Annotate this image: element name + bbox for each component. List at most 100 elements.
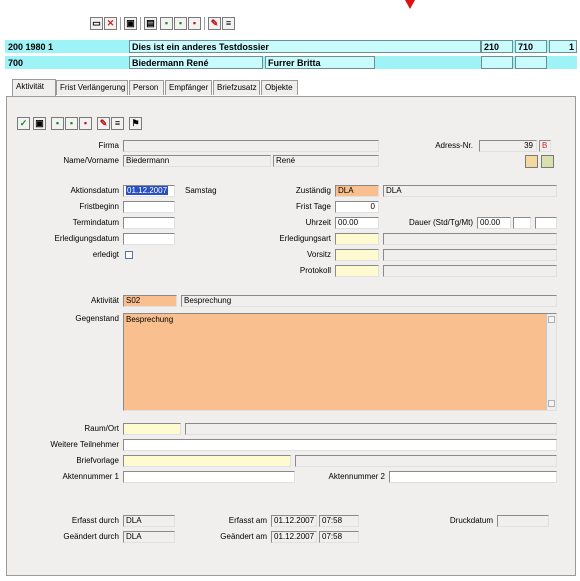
party-field-empty-2 <box>515 56 547 69</box>
check-icon[interactable]: ✓ <box>17 117 30 130</box>
firma-label: Firma <box>98 141 119 150</box>
person-icon[interactable] <box>525 155 538 168</box>
zustaendig-name-field[interactable]: DLA <box>383 185 557 197</box>
party-id: 700 <box>5 56 127 69</box>
dossier-header-row: 200 1980 1 Dies ist ein anderes Testdoss… <box>5 40 577 53</box>
aktennummer1-field[interactable] <box>123 471 295 483</box>
toolbar-separator <box>120 17 121 30</box>
erledigungsart-code-field[interactable] <box>335 233 379 245</box>
vorsitz-name-field[interactable] <box>383 249 557 261</box>
main-toolbar: ▭ ✕ ▣ ▤ ▪ ▪ ▪ ✎ ≡ <box>90 17 250 32</box>
raum-label: Raum/Ort <box>84 424 119 433</box>
dauer-unit-field-2[interactable] <box>535 217 557 229</box>
dossier-code-2: 710 <box>515 40 547 53</box>
adress-nr-label: Adress-Nr. <box>435 141 473 150</box>
briefvorlage-label: Briefvorlage <box>76 456 119 465</box>
adress-nr-field[interactable]: 39 <box>479 140 537 152</box>
scroll-down-icon[interactable] <box>548 400 555 407</box>
name-first-field[interactable]: René <box>273 155 379 167</box>
geaendert-am-label: Geändert am <box>220 532 267 541</box>
raum-name-field[interactable] <box>185 423 557 435</box>
dossier-window: ▭ ✕ ▣ ▤ ▪ ▪ ▪ ✎ ≡ 200 1980 1 Dies ist ei… <box>0 0 580 581</box>
aktivitaet-name-field[interactable]: Besprechung <box>181 295 557 307</box>
navigate-last-icon[interactable]: ▪ <box>188 17 201 30</box>
fristbeginn-field[interactable] <box>123 201 175 213</box>
tools-icon[interactable]: ✎ <box>97 117 110 130</box>
erledigt-checkbox[interactable] <box>125 251 133 259</box>
list-icon[interactable]: ≡ <box>222 17 235 30</box>
tab-frist-verlaengerung[interactable]: Frist Verlängerung <box>56 80 128 95</box>
erfasst-durch-field: DLA <box>123 515 175 527</box>
new-document-icon[interactable]: ▭ <box>90 17 103 30</box>
tab-briefzusatz[interactable]: Briefzusatz <box>213 80 260 95</box>
print-icon[interactable]: ▤ <box>144 17 157 30</box>
briefvorlage-name-field[interactable] <box>295 455 557 467</box>
tools-icon[interactable]: ✎ <box>208 17 221 30</box>
dauer-label: Dauer (Std/Tg/Mt) <box>408 218 473 227</box>
name-last-field[interactable]: Biedermann <box>123 155 271 167</box>
aktionsdatum-label: Aktionsdatum <box>70 186 119 195</box>
erledigungsart-label: Erledigungsart <box>279 234 331 243</box>
tab-person[interactable]: Person <box>129 80 164 95</box>
uhrzeit-field[interactable]: 00.00 <box>335 217 379 229</box>
list-icon[interactable]: ≡ <box>111 117 124 130</box>
party-field-empty-1 <box>481 56 513 69</box>
briefvorlage-code-field[interactable] <box>123 455 291 467</box>
wochentag-label: Samstag <box>185 186 217 195</box>
name-label: Name/Vorname <box>63 156 119 165</box>
record-info-icon[interactable]: ▣ <box>124 17 137 30</box>
dossier-code-1: 210 <box>481 40 513 53</box>
teilnehmer-field[interactable] <box>123 439 557 451</box>
navigate-first-icon[interactable]: ▪ <box>51 117 64 130</box>
aktennummer2-field[interactable] <box>389 471 557 483</box>
erledigt-label: erledigt <box>92 250 119 259</box>
tab-objekte[interactable]: Objekte <box>261 80 298 95</box>
erledigungsart-name-field[interactable] <box>383 233 557 245</box>
vorsitz-code-field[interactable] <box>335 249 379 261</box>
aktionsdatum-value: 01.12.2007 <box>126 186 169 195</box>
aktivitaet-panel: ✓ ▣ ▪ ▪ ▪ ✎ ≡ ⚑ Firma Name/Vorname Biede… <box>6 96 576 576</box>
frist-tage-field[interactable]: 0 <box>335 201 379 213</box>
teilnehmer-label: Weitere Teilnehmer <box>50 440 119 449</box>
scroll-up-icon[interactable] <box>548 316 555 323</box>
tab-empfaenger[interactable]: Empfänger <box>165 80 212 95</box>
protokoll-name-field[interactable] <box>383 265 557 277</box>
gegenstand-text: Besprechung <box>126 315 174 324</box>
aktennummer2-label: Aktennummer 2 <box>328 472 385 481</box>
erfasst-am-label: Erfasst am <box>228 516 267 525</box>
termindatum-label: Termindatum <box>72 218 119 227</box>
record-info-icon[interactable]: ▣ <box>33 117 46 130</box>
navigate-last-icon[interactable]: ▪ <box>79 117 92 130</box>
dossier-code-3: 1 <box>549 40 577 53</box>
aktionsdatum-field[interactable]: 01.12.2007 <box>123 185 175 197</box>
gegenstand-scrollbar[interactable] <box>546 314 556 410</box>
flag-icon[interactable]: ⚑ <box>129 117 142 130</box>
zustaendig-code-field[interactable]: DLA <box>335 185 379 197</box>
termindatum-field[interactable] <box>123 217 175 229</box>
protokoll-code-field[interactable] <box>335 265 379 277</box>
delete-icon[interactable]: ✕ <box>104 17 117 30</box>
zustaendig-label: Zuständig <box>295 186 331 195</box>
vorsitz-label: Vorsitz <box>306 250 331 259</box>
raum-code-field[interactable] <box>123 423 181 435</box>
geaendert-am-time-field: 07:58 <box>319 531 359 543</box>
erledigungsdatum-field[interactable] <box>123 233 175 245</box>
navigate-first-icon[interactable]: ▪ <box>160 17 173 30</box>
dauer-field[interactable]: 00.00 <box>477 217 511 229</box>
erledigungsdatum-label: Erledigungsdatum <box>54 234 119 243</box>
geaendert-durch-field: DLA <box>123 531 175 543</box>
navigate-next-icon[interactable]: ▪ <box>174 17 187 30</box>
address-book-icon[interactable] <box>541 155 554 168</box>
aktivitaet-code-field[interactable]: S02 <box>123 295 177 307</box>
toolbar-separator <box>140 17 141 30</box>
dauer-unit-field-1[interactable] <box>513 217 531 229</box>
aktivitaet-label: Aktivität <box>90 296 119 305</box>
navigate-next-icon[interactable]: ▪ <box>65 117 78 130</box>
gegenstand-textarea[interactable]: Besprechung <box>123 313 557 411</box>
adress-flag-field: B <box>539 140 551 152</box>
party-name-2: Furrer Britta <box>265 56 375 69</box>
druckdatum-label: Druckdatum <box>449 516 493 525</box>
firma-field[interactable] <box>123 140 379 152</box>
geaendert-am-date-field: 01.12.2007 <box>271 531 317 543</box>
tab-aktivitaet[interactable]: Aktivität <box>12 79 56 96</box>
